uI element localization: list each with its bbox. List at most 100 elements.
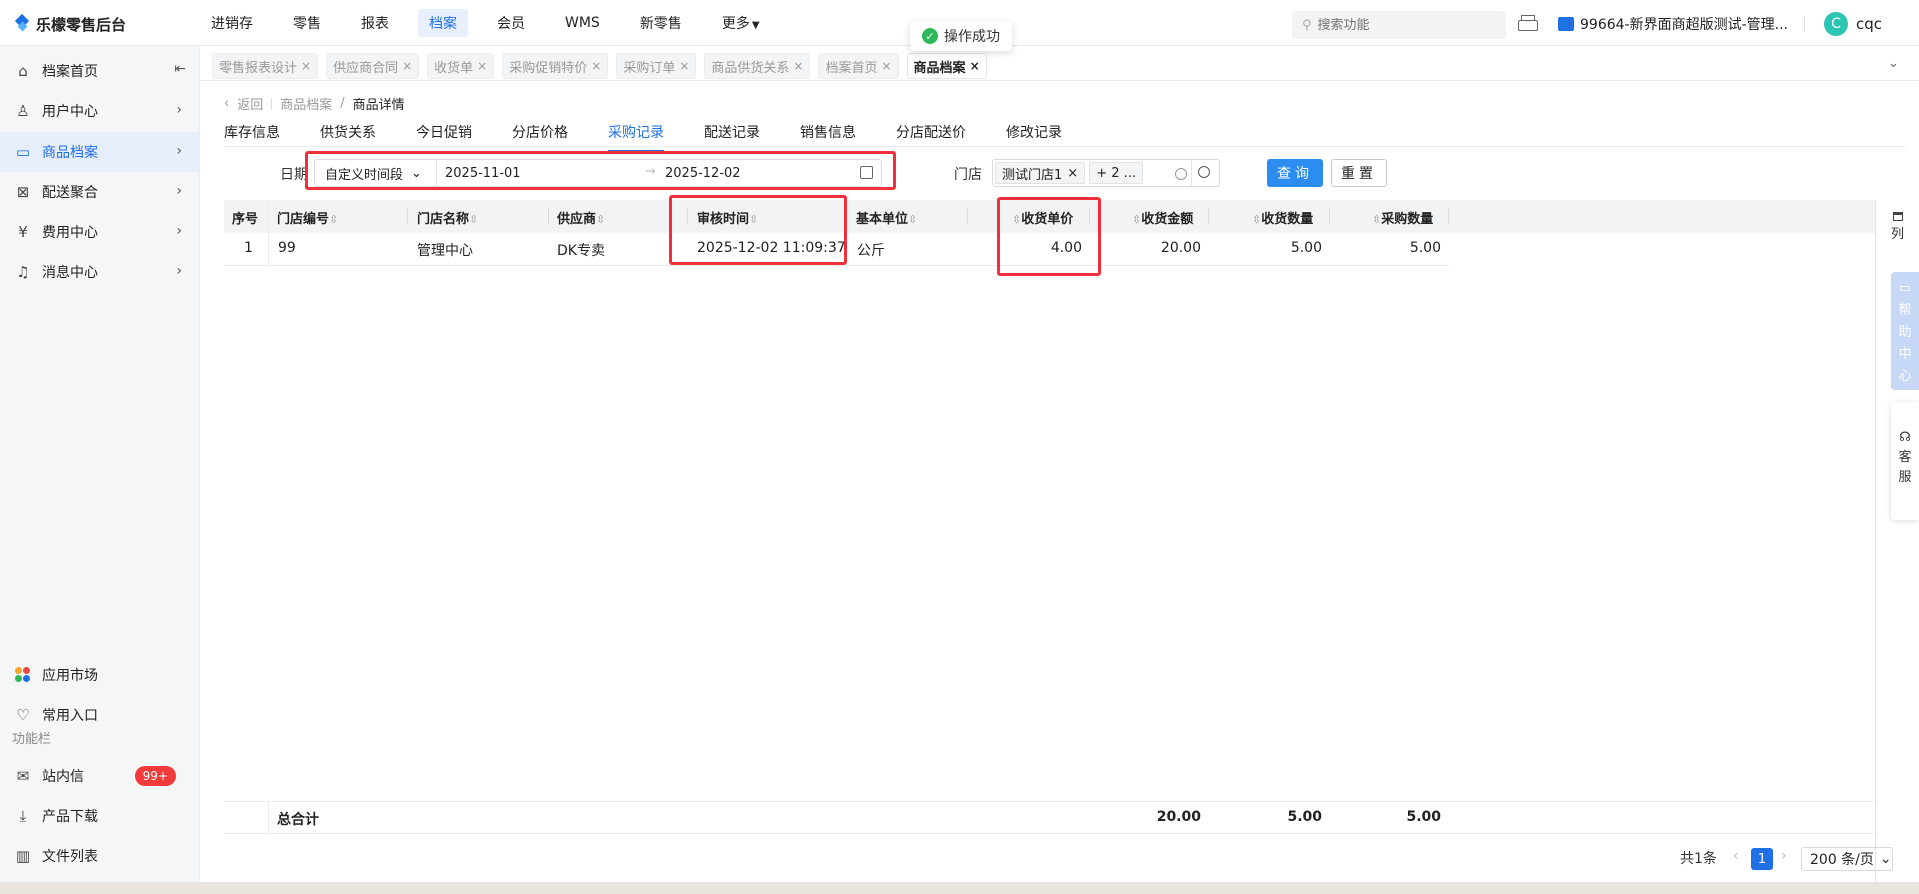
date-end-input[interactable]: 2025-12-02	[665, 166, 741, 181]
tab-supply-relation[interactable]: 商品供货关系 ×	[704, 53, 811, 79]
prev-page-icon[interactable]: ‹	[1733, 848, 1739, 864]
tab-supplier-contract[interactable]: 供应商合同 ×	[326, 53, 420, 79]
sidebar-item-inbox[interactable]: ✉ 站内信 99+	[0, 756, 200, 796]
chevron-down-icon[interactable]: ⌄	[1888, 56, 1899, 71]
col-header-store-code[interactable]: 门店编号⇳	[277, 208, 338, 227]
cell-amount: 20.00	[1160, 240, 1201, 256]
col-header-supplier[interactable]: 供应商⇳	[557, 208, 605, 227]
nav-item-retail[interactable]: 零售	[282, 9, 332, 37]
query-button[interactable]: 查询	[1267, 159, 1323, 187]
search-input[interactable]	[1317, 17, 1488, 33]
scrollbar[interactable]	[1875, 200, 1876, 894]
col-header-purchase-qty[interactable]: ⇳采购数量	[1372, 208, 1433, 227]
subtab-branch-price[interactable]: 分店价格	[512, 118, 568, 146]
col-header-amount[interactable]: ⇳收货金额	[1132, 208, 1193, 227]
date-range-picker[interactable]: 自定义时间段 ⌄ 2025-11-01 → 2025-12-02	[314, 159, 882, 187]
page-number-current[interactable]: 1	[1751, 848, 1773, 870]
tab-archive-home[interactable]: 档案首页 ×	[818, 53, 899, 79]
breadcrumb-current: 商品详情	[352, 98, 405, 113]
column-settings-button[interactable]: 列	[1876, 200, 1919, 250]
sidebar-item-message-center[interactable]: ♫ 消息中心 ›	[0, 252, 200, 292]
nav-item-archive[interactable]: 档案	[418, 9, 468, 37]
store-switcher[interactable]: 99664-新界面商超版测试-管理...	[1558, 14, 1788, 34]
close-icon[interactable]: ×	[970, 59, 980, 73]
close-icon[interactable]: ×	[793, 59, 803, 73]
close-icon[interactable]: ×	[301, 59, 311, 73]
subtab-delivery-record[interactable]: 配送记录	[704, 118, 760, 146]
date-mode-select[interactable]: 自定义时间段 ⌄	[315, 160, 437, 186]
nav-item-wms[interactable]: WMS	[554, 11, 611, 35]
close-icon[interactable]: ×	[402, 59, 412, 73]
user-menu[interactable]: C cqc	[1824, 12, 1882, 36]
tab-purchase-promo[interactable]: 采购促销特价 ×	[502, 53, 609, 79]
close-icon[interactable]: ×	[591, 59, 601, 73]
col-header-unit-price[interactable]: ⇳收货单价	[1012, 208, 1073, 227]
col-header-received-qty[interactable]: ⇳收货数量	[1252, 208, 1313, 227]
nav-item-new-retail[interactable]: 新零售	[629, 9, 693, 37]
help-center-button[interactable]: ▭ 帮 助 中 心	[1891, 272, 1919, 390]
sort-icon[interactable]: ⇳	[1012, 213, 1021, 226]
subtab-modify-record[interactable]: 修改记录	[1006, 118, 1062, 146]
store-select[interactable]: 测试门店1 × + 2 ...	[992, 159, 1220, 187]
subtab-supply[interactable]: 供货关系	[320, 118, 376, 146]
sidebar-item-product-download[interactable]: ⤓ 产品下载	[0, 796, 200, 836]
subtab-stock[interactable]: 库存信息	[224, 118, 280, 146]
tab-receipt[interactable]: 收货单 ×	[427, 53, 495, 79]
reset-button[interactable]: 重置	[1331, 159, 1387, 187]
search-box[interactable]: ⚲	[1292, 11, 1506, 39]
subtab-purchase-record[interactable]: 采购记录	[608, 118, 664, 152]
close-icon[interactable]: ×	[881, 59, 891, 73]
sidebar-item-delivery[interactable]: ⊠ 配送聚合 ›	[0, 172, 200, 212]
clear-icon[interactable]	[1175, 168, 1187, 180]
logo[interactable]: 乐檬零售后台	[14, 13, 126, 35]
sort-icon[interactable]: ⇳	[469, 213, 478, 226]
subtab-promo[interactable]: 今日促销	[416, 118, 472, 146]
sort-icon[interactable]: ⇳	[908, 213, 917, 226]
tab-label: 供应商合同	[333, 60, 399, 76]
sort-icon[interactable]: ⇳	[1372, 213, 1381, 226]
nav-item-more[interactable]: 更多 ▼	[711, 9, 771, 37]
search-icon[interactable]	[1198, 166, 1210, 178]
back-arrow-icon[interactable]: ‹	[224, 96, 229, 111]
date-start-input[interactable]: 2025-11-01	[445, 166, 521, 181]
sort-icon[interactable]: ⇳	[596, 213, 605, 226]
subtab-sales-info[interactable]: 销售信息	[800, 118, 856, 146]
tab-retail-report-design[interactable]: 零售报表设计 ×	[212, 53, 319, 79]
sort-icon[interactable]: ⇳	[1132, 213, 1141, 226]
back-link[interactable]: 返回	[237, 94, 263, 113]
sidebar-item-archive-home[interactable]: ⌂ 档案首页 ⇤	[0, 51, 200, 91]
tab-purchase-order[interactable]: 采购订单 ×	[616, 53, 697, 79]
sort-icon[interactable]: ⇳	[1252, 213, 1261, 226]
footer-total-label: 总合计	[277, 812, 319, 828]
nav-item-member[interactable]: 会员	[486, 9, 536, 37]
sidebar-item-product-archive[interactable]: ▭ 商品档案 ›	[0, 132, 200, 172]
footer-received-qty: 5.00	[1287, 809, 1322, 825]
cell-supplier: DK专卖	[557, 243, 605, 259]
sort-icon[interactable]: ⇳	[749, 213, 758, 226]
sidebar-item-user-center[interactable]: ♙ 用户中心 ›	[0, 91, 200, 131]
col-header-store-name[interactable]: 门店名称⇳	[417, 208, 478, 227]
sidebar-item-app-market[interactable]: 应用市场	[0, 655, 200, 695]
close-icon[interactable]: ×	[477, 59, 487, 73]
sidebar-item-cost-center[interactable]: ¥ 费用中心 ›	[0, 212, 200, 252]
sidebar-item-file-list[interactable]: ▥ 文件列表	[0, 836, 200, 876]
collapse-sidebar-icon[interactable]: ⇤	[174, 61, 186, 77]
nav-item-jxc[interactable]: 进销存	[200, 9, 264, 37]
col-header-audit-time[interactable]: 审核时间⇳	[697, 208, 758, 227]
col-header-unit[interactable]: 基本单位⇳	[856, 208, 917, 227]
store-more-tag[interactable]: + 2 ...	[1089, 162, 1144, 184]
subtab-branch-delivery-price[interactable]: 分店配送价	[896, 118, 966, 146]
close-icon[interactable]: ×	[1067, 166, 1078, 181]
file-list-icon: ▥	[15, 847, 31, 865]
nav-item-report[interactable]: 报表	[350, 9, 400, 37]
customer-service-button[interactable]: ☊ 客 服	[1891, 402, 1919, 520]
printer-icon[interactable]	[1518, 15, 1538, 31]
calendar-icon[interactable]	[860, 166, 873, 179]
breadcrumb-parent[interactable]: 商品档案	[280, 94, 332, 113]
next-page-icon[interactable]: ›	[1781, 848, 1787, 864]
close-icon[interactable]: ×	[679, 59, 689, 73]
sort-icon[interactable]: ⇳	[329, 213, 338, 226]
function-bar-title: 功能栏	[12, 732, 52, 747]
tab-product-archive[interactable]: 商品档案 ×	[906, 53, 987, 79]
page-size-select[interactable]: 200 条/页 ⌄	[1801, 847, 1893, 871]
